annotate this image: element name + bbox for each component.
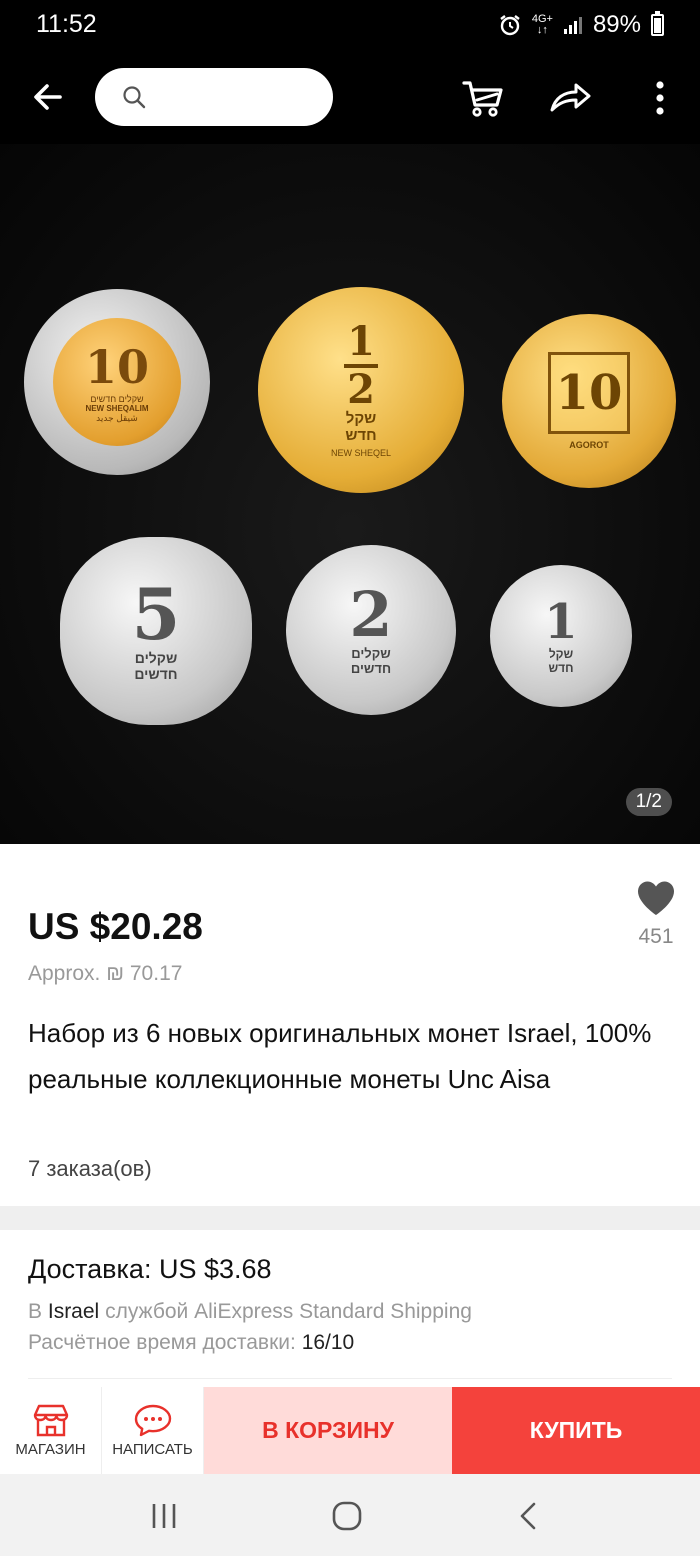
battery-icon bbox=[651, 11, 664, 36]
bottom-action-bar: МАГАЗИН НАПИСАТЬ В КОРЗИНУ КУПИТЬ bbox=[0, 1387, 700, 1474]
home-icon[interactable] bbox=[327, 1496, 367, 1536]
heart-icon bbox=[638, 881, 674, 915]
buy-now-button[interactable]: КУПИТЬ bbox=[452, 1387, 700, 1474]
wishlist-count: 451 bbox=[638, 925, 674, 948]
order-count: 7 заказа(ов) bbox=[28, 1156, 152, 1181]
store-button[interactable]: МАГАЗИН bbox=[0, 1387, 102, 1474]
section-divider bbox=[0, 1206, 700, 1230]
chat-icon bbox=[134, 1404, 171, 1437]
more-options-icon[interactable] bbox=[636, 74, 684, 122]
coin-half-sheqel: 1 2 שקל חדש NEW SHEQEL bbox=[258, 287, 464, 493]
system-back-icon[interactable] bbox=[510, 1496, 550, 1536]
top-app-bar bbox=[0, 52, 700, 144]
clock: 11:52 bbox=[36, 10, 97, 38]
coin-2-sheqalim: 2 שקלים חדשים bbox=[286, 545, 456, 715]
search-input[interactable] bbox=[155, 78, 315, 116]
coin-10-sheqalim: 10 שקלים חדשים NEW SHEQALIM شيقل جديد bbox=[24, 289, 210, 475]
status-icons: 4G+ ↓↑ 89% bbox=[498, 11, 664, 39]
product-title: Набор из 6 новых оригинальных монет Isra… bbox=[28, 1018, 652, 1094]
search-icon bbox=[123, 86, 146, 109]
store-icon bbox=[33, 1404, 68, 1437]
system-nav-bar bbox=[0, 1474, 700, 1556]
message-label: НАПИСАТЬ bbox=[112, 1441, 193, 1458]
approx-price: Approx. ₪ 70.17 bbox=[28, 962, 183, 985]
add-to-cart-button[interactable]: В КОРЗИНУ bbox=[204, 1387, 452, 1474]
delivery-price[interactable]: Доставка: US $3.68 bbox=[28, 1254, 272, 1285]
share-icon[interactable] bbox=[546, 74, 594, 122]
divider-line bbox=[28, 1378, 672, 1379]
delivery-eta: Расчётное время доставки: 16/10 bbox=[28, 1331, 355, 1354]
wishlist-button[interactable]: 451 bbox=[628, 880, 684, 949]
delivery-country: Israel bbox=[47, 1300, 100, 1323]
store-label: МАГАЗИН bbox=[15, 1441, 86, 1458]
coin-1-sheqel: 1 שקל חדש bbox=[490, 565, 632, 707]
product-price: US $20.28 bbox=[28, 906, 203, 947]
status-bar: 11:52 4G+ ↓↑ 89% bbox=[0, 0, 700, 52]
network-indicator: 4G+ ↓↑ bbox=[531, 13, 553, 36]
delivery-destination: В Israel службой AliExpress Standard Shi… bbox=[28, 1300, 472, 1323]
search-bar[interactable] bbox=[95, 68, 333, 126]
back-arrow-icon[interactable] bbox=[28, 77, 68, 117]
alarm-icon bbox=[500, 15, 520, 36]
coin-5-sheqalim: 5 שקלים חדשים bbox=[60, 537, 252, 725]
product-image-gallery[interactable]: 10 שקלים חדשים NEW SHEQALIM شيقل جديد 1 … bbox=[0, 144, 700, 844]
image-counter: 1/2 bbox=[625, 788, 672, 816]
message-button[interactable]: НАПИСАТЬ bbox=[102, 1387, 204, 1474]
coin-10-agorot: 10 AGOROT bbox=[502, 314, 676, 488]
delivery-eta-value: 16/10 bbox=[301, 1331, 355, 1354]
battery-percent: 89% bbox=[592, 11, 641, 38]
signal-icon bbox=[563, 17, 582, 34]
cart-icon[interactable] bbox=[459, 74, 507, 122]
recent-apps-icon[interactable] bbox=[144, 1496, 184, 1536]
